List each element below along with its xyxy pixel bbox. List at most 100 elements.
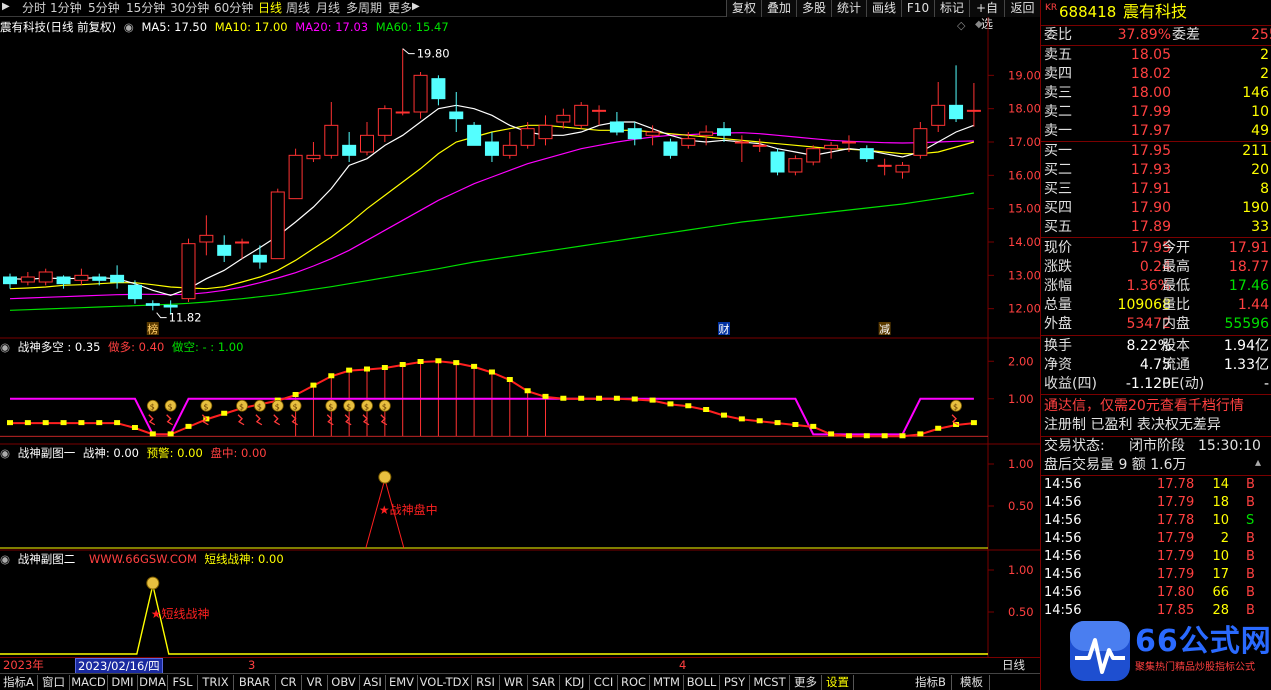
candle[interactable] (467, 122, 482, 146)
tab-1[interactable]: 窗口 (38, 675, 70, 690)
period-9[interactable]: 多周期 (346, 1, 382, 16)
toolbar-button-4[interactable]: 画线 (866, 0, 901, 17)
menu-chevron-icon[interactable]: ▶ (2, 1, 10, 12)
candle[interactable] (3, 273, 17, 289)
candle[interactable] (770, 148, 785, 176)
tab-14[interactable]: RSI (472, 675, 500, 690)
candle[interactable] (502, 132, 517, 159)
bid-row[interactable]: 买二 17.93 20 (1041, 161, 1271, 180)
candlesticks[interactable] (3, 48, 981, 315)
candle[interactable] (859, 145, 874, 162)
toolbar-button-7[interactable]: +自选 (969, 0, 1004, 31)
candle[interactable] (627, 122, 642, 146)
event-marker-label[interactable]: 榜 (147, 322, 158, 336)
candle[interactable] (217, 235, 232, 262)
tab-8[interactable]: CR (276, 675, 302, 690)
toolbar-button-6[interactable]: 标记 (934, 0, 969, 17)
event-marker-label[interactable]: 减 (879, 323, 890, 336)
toolbar-button-3[interactable]: 统计 (831, 0, 866, 17)
period-10[interactable]: 更多 (388, 1, 412, 16)
tab-4[interactable]: DMA (138, 675, 168, 690)
candle[interactable] (484, 132, 499, 162)
tab-5[interactable]: FSL (168, 675, 198, 690)
tab-22[interactable]: PSY (720, 675, 750, 690)
panel3-settings-icon[interactable]: ◉ (0, 552, 10, 566)
tab-13[interactable]: VOL-TDX (418, 675, 472, 690)
candle[interactable] (699, 125, 714, 146)
period-0[interactable]: 分时 (22, 1, 46, 16)
candle[interactable] (806, 145, 821, 166)
toolbar-button-1[interactable]: 叠加 (761, 0, 796, 17)
candle[interactable] (377, 105, 392, 142)
tab-18[interactable]: CCI (590, 675, 618, 690)
panel3-website[interactable]: WWW.66GSW.COM (89, 552, 197, 566)
ask-row[interactable]: 卖三 18.00 146 (1041, 84, 1271, 103)
candle[interactable] (270, 188, 285, 260)
candle[interactable] (449, 92, 464, 132)
period-1[interactable]: 1分钟 (50, 1, 82, 16)
ask-row[interactable]: 卖四 18.02 2 (1041, 65, 1271, 84)
period-5[interactable]: 60分钟 (214, 1, 253, 16)
tab-16[interactable]: SAR (528, 675, 560, 690)
candle[interactable] (199, 215, 214, 256)
tab-0[interactable]: 指标A (0, 675, 38, 690)
diamond-icon[interactable]: ◇ (957, 19, 965, 32)
tab-2[interactable]: MACD (70, 675, 108, 690)
candle[interactable] (74, 268, 89, 286)
candle[interactable] (127, 280, 142, 304)
tab-11[interactable]: ASI (360, 675, 386, 690)
tab-26[interactable]: 指标B (910, 675, 952, 690)
period-6[interactable]: 日线 (258, 1, 282, 16)
bid-row[interactable]: 买三 17.91 8 (1041, 180, 1271, 199)
chart-area[interactable]: 19.00 18.00 17.00 16.00 15.00 14.00 13.00 12.00… (0, 17, 1040, 657)
candle[interactable] (181, 238, 196, 302)
bid-row[interactable]: 买五 17.89 33 (1041, 218, 1271, 237)
tab-3[interactable]: DMI (108, 675, 138, 690)
candle[interactable] (110, 265, 125, 289)
candle[interactable] (931, 82, 946, 132)
tab-25[interactable]: 设置 (822, 675, 854, 690)
period-8[interactable]: 月线 (316, 1, 340, 16)
ask-row[interactable]: 卖二 17.99 10 (1041, 103, 1271, 122)
candle[interactable] (324, 102, 339, 159)
candle[interactable] (913, 122, 928, 159)
candle[interactable] (288, 148, 303, 200)
candle[interactable] (252, 245, 267, 269)
settings-icon[interactable]: ◉ (124, 20, 134, 34)
panel-fu2[interactable]: 1.00 0.50 ★短线战神 (0, 563, 1034, 655)
panel-zhanshen-duokong[interactable]: 2.00 1.00 $ $ $ $ $ $ $ $ $ $ $ $ (0, 354, 1034, 439)
candle[interactable] (431, 75, 446, 106)
toolbar-button-0[interactable]: 复权 (726, 0, 761, 17)
candle[interactable] (538, 115, 553, 146)
toolbar-button-8[interactable]: 返回 (1004, 0, 1040, 17)
expand-icon[interactable]: ◆ (975, 19, 983, 30)
candle[interactable] (645, 125, 660, 146)
candle[interactable] (663, 138, 678, 159)
candle[interactable] (360, 122, 374, 156)
event-marker-label[interactable]: 财 (719, 322, 730, 336)
candle[interactable] (966, 83, 981, 127)
toolbar-button-5[interactable]: F10 (901, 0, 934, 17)
tab-27[interactable]: 模板 (954, 675, 990, 690)
period-7[interactable]: 周线 (286, 1, 310, 16)
tab-21[interactable]: BOLL (684, 675, 720, 690)
candle[interactable] (609, 112, 624, 136)
candle[interactable] (877, 158, 892, 176)
tab-20[interactable]: MTM (650, 675, 684, 690)
bid-row[interactable]: 买四 17.90 190 (1041, 199, 1271, 218)
candle[interactable] (20, 272, 35, 286)
scroll-up-icon[interactable]: ▴ (1255, 453, 1261, 472)
period-2[interactable]: 5分钟 (88, 1, 120, 16)
ask-row[interactable]: 卖五 18.05 2 (1041, 46, 1271, 65)
tab-7[interactable]: BRAR (234, 675, 276, 690)
tab-9[interactable]: VR (302, 675, 328, 690)
toolbar-button-2[interactable]: 多股 (796, 0, 831, 17)
candle[interactable] (824, 142, 839, 159)
candle[interactable] (574, 102, 589, 129)
candle[interactable] (788, 155, 803, 176)
period-corner-label[interactable]: 日线 (1002, 658, 1025, 673)
panel1-settings-icon[interactable]: ◉ (0, 340, 10, 354)
panel-fu1[interactable]: 1.00 0.50 ★战神盘中 (0, 457, 1034, 549)
bid-row[interactable]: 买一 17.95 211 (1041, 142, 1271, 161)
candle[interactable] (895, 162, 910, 179)
